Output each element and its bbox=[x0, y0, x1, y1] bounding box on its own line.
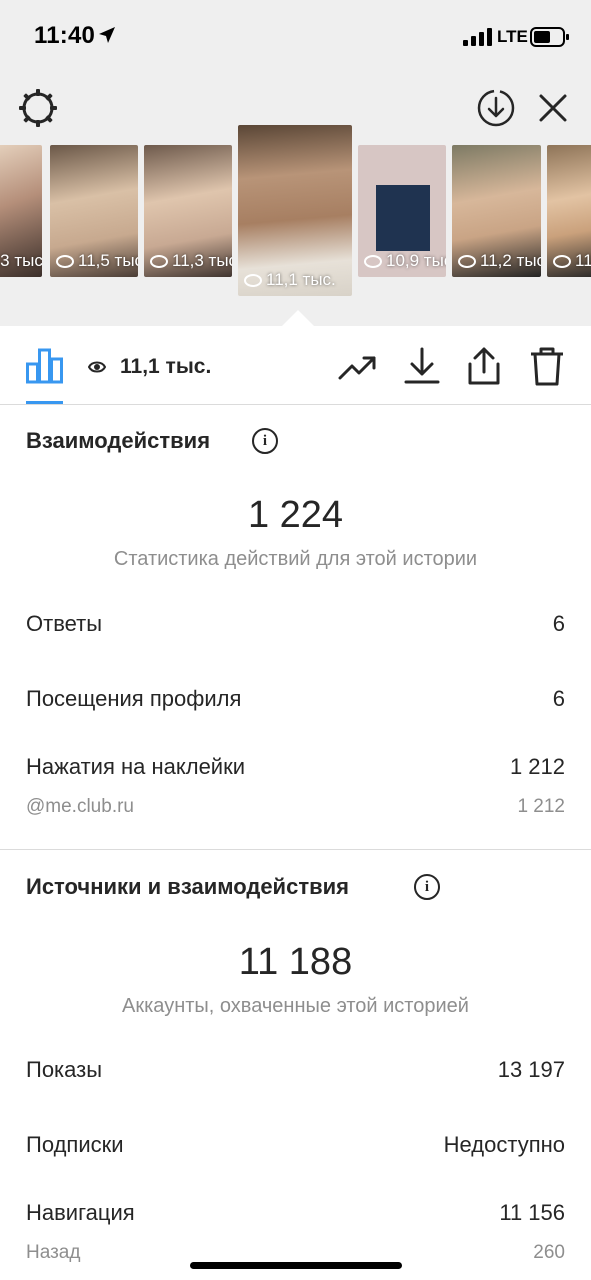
sticker-taps-label: Нажатия на наклейки bbox=[26, 754, 246, 779]
eye-icon bbox=[150, 255, 168, 269]
battery-icon bbox=[530, 27, 569, 47]
eye-icon bbox=[88, 361, 106, 373]
close-icon[interactable] bbox=[537, 92, 569, 124]
story-thumbnail[interactable]: 10,9 тыс. bbox=[358, 145, 446, 277]
back-value: 260 bbox=[533, 1242, 565, 1263]
eye-icon bbox=[458, 255, 476, 269]
story-thumbnail[interactable]: 11,3 тыс. bbox=[144, 145, 232, 277]
insights-chart-icon[interactable] bbox=[26, 348, 63, 384]
share-icon[interactable] bbox=[464, 346, 504, 386]
interactions-title: Взаимодействия bbox=[26, 428, 211, 453]
trend-arrow-icon[interactable] bbox=[338, 346, 378, 386]
replies-label: Ответы bbox=[26, 611, 103, 636]
location-arrow-icon bbox=[99, 27, 115, 43]
info-icon[interactable]: i bbox=[252, 428, 278, 454]
impressions-label: Показы bbox=[26, 1057, 103, 1082]
sticker-taps-value: 1 212 bbox=[509, 754, 565, 779]
interactions-total: 1 224 bbox=[247, 494, 344, 536]
selected-story-pointer bbox=[282, 310, 314, 326]
views-total: 11,1 тыс. bbox=[120, 355, 212, 378]
views-count: 11,1 тыс. bbox=[266, 270, 336, 289]
views-count: 4,3 тыс. bbox=[0, 251, 42, 270]
story-thumbnail[interactable]: 4,3 тыс. bbox=[0, 145, 42, 277]
download-circle-icon[interactable] bbox=[476, 88, 516, 128]
navigation-label: Навигация bbox=[26, 1200, 135, 1225]
section-divider bbox=[0, 849, 591, 850]
story-thumbnail-strip: 4,3 тыс. 11,5 тыс. 11,3 тыс. 11,1 тыс. 1… bbox=[0, 125, 591, 300]
views-count: 11 bbox=[575, 251, 591, 270]
trash-icon[interactable] bbox=[527, 346, 567, 386]
back-label: Назад bbox=[26, 1242, 81, 1263]
download-icon[interactable] bbox=[402, 346, 442, 386]
active-tab-indicator bbox=[26, 401, 63, 404]
story-thumbnail[interactable]: 11 bbox=[547, 145, 591, 277]
sticker-mention-label[interactable]: @me.club.ru bbox=[26, 796, 134, 818]
follows-label: Подписки bbox=[26, 1132, 124, 1157]
insights-toolbar: 11,1 тыс. bbox=[0, 326, 591, 405]
discovery-total: 11 188 bbox=[238, 941, 353, 983]
story-viewer-header: 11:40 LTE 3 тыс 11,5 ты 11,3 ты 11,1 тыс… bbox=[0, 0, 591, 326]
status-time: 11:40 bbox=[34, 22, 96, 49]
views-count: 11,3 тыс. bbox=[172, 251, 232, 270]
story-thumbnail[interactable]: 11,5 тыс. bbox=[50, 145, 138, 277]
profile-visits-value: 6 bbox=[552, 686, 565, 711]
sticker-mention-value: 1 212 bbox=[517, 796, 565, 817]
book-cover-image bbox=[376, 185, 430, 251]
home-indicator[interactable] bbox=[190, 1262, 402, 1269]
discovery-title: Источники и взаимодействия bbox=[26, 874, 349, 899]
eye-icon bbox=[56, 255, 74, 269]
navigation-value: 11 156 bbox=[499, 1200, 565, 1225]
eye-icon bbox=[553, 255, 571, 269]
eye-icon bbox=[244, 274, 262, 288]
network-type: LTE bbox=[497, 27, 528, 46]
replies-value: 6 bbox=[552, 611, 565, 636]
signal-icon bbox=[463, 28, 492, 46]
profile-visits-label: Посещения профиля bbox=[26, 686, 242, 711]
story-thumbnail[interactable]: 11,2 тыс. bbox=[452, 145, 541, 277]
discovery-subtitle: Аккаунты, охваченные этой историей bbox=[122, 995, 469, 1017]
interactions-subtitle: Статистика действий для этой истории bbox=[113, 548, 478, 570]
settings-gear-icon[interactable] bbox=[18, 88, 58, 128]
status-bar: 11:40 LTE bbox=[0, 0, 591, 72]
eye-icon bbox=[364, 255, 382, 269]
info-icon[interactable]: i bbox=[414, 874, 440, 900]
impressions-value: 13 197 bbox=[497, 1057, 565, 1082]
views-count: 11,2 тыс. bbox=[480, 251, 541, 270]
story-thumbnail-active[interactable]: 11,1 тыс. bbox=[238, 125, 352, 296]
views-count: 10,9 тыс. bbox=[386, 251, 446, 270]
views-count: 11,5 тыс. bbox=[78, 251, 138, 270]
follows-value: Недоступно bbox=[443, 1132, 565, 1157]
